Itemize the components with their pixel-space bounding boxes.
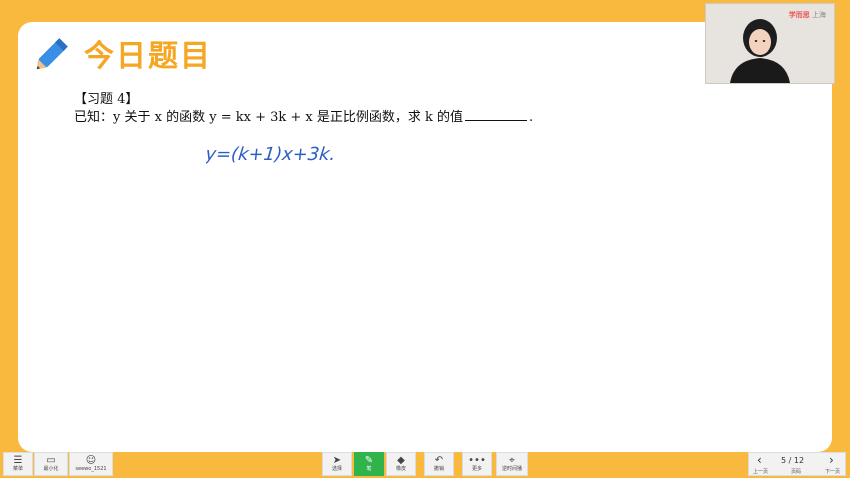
handwriting-text: y=(k+1)x+3k. — [206, 144, 336, 165]
minimize-button[interactable]: ▭ 最小化 — [34, 452, 68, 476]
page-title: 今日题目 — [84, 39, 212, 74]
page-indicator[interactable]: 5 / 12 — [781, 456, 804, 465]
question-prefix: 已知： — [74, 110, 114, 125]
replay-icon: ⌖ — [509, 455, 515, 466]
webcam-logo: 学而思 上海 — [788, 11, 826, 19]
slide-canvas: 今日题目 【习题 4】 已知：y 关于 x 的函数 y = kx + 3k + … — [18, 22, 832, 452]
user-button[interactable]: ☺ seewo_1521 — [69, 452, 113, 476]
eraser-tool-button[interactable]: ◆ 橡皮 — [386, 452, 416, 476]
minimize-icon: ▭ — [46, 455, 56, 466]
menu-button[interactable]: ☰ 菜单 — [3, 452, 33, 476]
pencil-icon — [36, 38, 68, 70]
page-navigator: ‹ 5 / 12 › 上一页 页码 下一页 — [748, 452, 846, 476]
select-tool-button[interactable]: ➤ 选择 — [322, 452, 352, 476]
more-icon: ••• — [468, 455, 486, 466]
user-avatar-icon: ☺ — [85, 455, 97, 466]
handwritten-annotation: y=(k+1)x+3k. — [206, 144, 336, 165]
pen-icon: ✎ — [364, 455, 374, 466]
question-body: y 关于 x 的函数 y = kx + 3k + x 是正比例函数，求 k 的值 — [113, 110, 464, 125]
undo-button[interactable]: ↶ 撤销 — [424, 452, 454, 476]
undo-icon: ↶ — [434, 455, 444, 466]
exercise-title: 【习题 4】 — [74, 92, 139, 107]
pen-tool-button[interactable]: ✎ 笔 — [354, 452, 384, 476]
replay-button[interactable]: ⌖ 逆时间播 — [496, 452, 528, 476]
prev-page-button[interactable]: ‹ — [757, 453, 762, 467]
answer-blank — [465, 108, 528, 121]
question-text: 已知：y 关于 x 的函数 y = kx + 3k + x 是正比例函数，求 k… — [74, 106, 533, 125]
more-button[interactable]: ••• 更多 — [462, 452, 492, 476]
eraser-icon: ◆ — [397, 455, 405, 466]
question-end: . — [529, 110, 534, 125]
teacher-webcam: 学而思 上海 — [705, 3, 835, 84]
next-page-button[interactable]: › — [829, 453, 834, 467]
menu-icon: ☰ — [13, 455, 23, 466]
cursor-icon: ➤ — [332, 455, 342, 466]
